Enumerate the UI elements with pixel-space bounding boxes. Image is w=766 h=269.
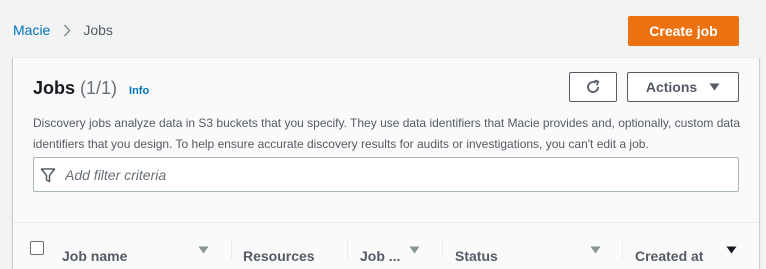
column-divider[interactable]	[622, 239, 623, 259]
column-divider[interactable]	[347, 239, 348, 259]
column-label-resources: Resources	[243, 248, 315, 264]
breadcrumb: Macie Jobs	[13, 22, 113, 38]
create-job-button[interactable]: Create job	[628, 16, 739, 46]
column-header-job-type[interactable]: Job ...	[360, 223, 420, 269]
refresh-icon	[585, 79, 601, 95]
column-header-job-name[interactable]: Job name	[62, 223, 209, 269]
table-header-row: Job name Resources Job ... Status Create…	[13, 222, 759, 269]
column-header-status[interactable]: Status	[455, 223, 601, 269]
refresh-button[interactable]	[569, 72, 617, 102]
column-header-created-at[interactable]: Created at	[635, 223, 737, 269]
page-title: Jobs	[33, 78, 76, 98]
filter-input[interactable]	[65, 166, 665, 183]
caret-down-icon	[709, 83, 720, 91]
sort-descending-icon[interactable]	[726, 246, 737, 254]
actions-dropdown-button[interactable]: Actions	[627, 72, 739, 102]
filter-icon	[40, 167, 56, 183]
breadcrumb-link-macie[interactable]: Macie	[13, 22, 50, 38]
column-label-job-name: Job name	[62, 248, 128, 264]
info-link[interactable]: Info	[129, 85, 149, 97]
filter-bar[interactable]	[33, 157, 739, 192]
panel-title-row: Jobs (1/1) Info	[33, 78, 149, 99]
column-header-resources: Resources	[243, 223, 315, 269]
sort-caret-down-icon[interactable]	[409, 246, 420, 254]
panel-description: Discovery jobs analyze data in S3 bucket…	[33, 116, 741, 151]
sort-caret-down-icon[interactable]	[198, 246, 209, 254]
panel-header: Jobs (1/1) Info Actions Discovery jobs a…	[13, 58, 759, 222]
jobs-table-panel: Jobs (1/1) Info Actions Discovery jobs a…	[13, 57, 759, 269]
column-divider[interactable]	[231, 239, 232, 259]
select-all-checkbox[interactable]	[30, 241, 44, 255]
column-divider[interactable]	[442, 239, 443, 259]
column-label-job-type: Job ...	[360, 248, 401, 264]
column-label-status: Status	[455, 248, 498, 264]
sort-caret-down-icon[interactable]	[590, 246, 601, 254]
chevron-right-icon	[63, 23, 71, 37]
breadcrumb-current: Jobs	[83, 22, 113, 38]
column-label-created-at: Created at	[635, 248, 704, 264]
actions-label: Actions	[645, 79, 698, 95]
jobs-count: (1/1)	[80, 78, 118, 98]
